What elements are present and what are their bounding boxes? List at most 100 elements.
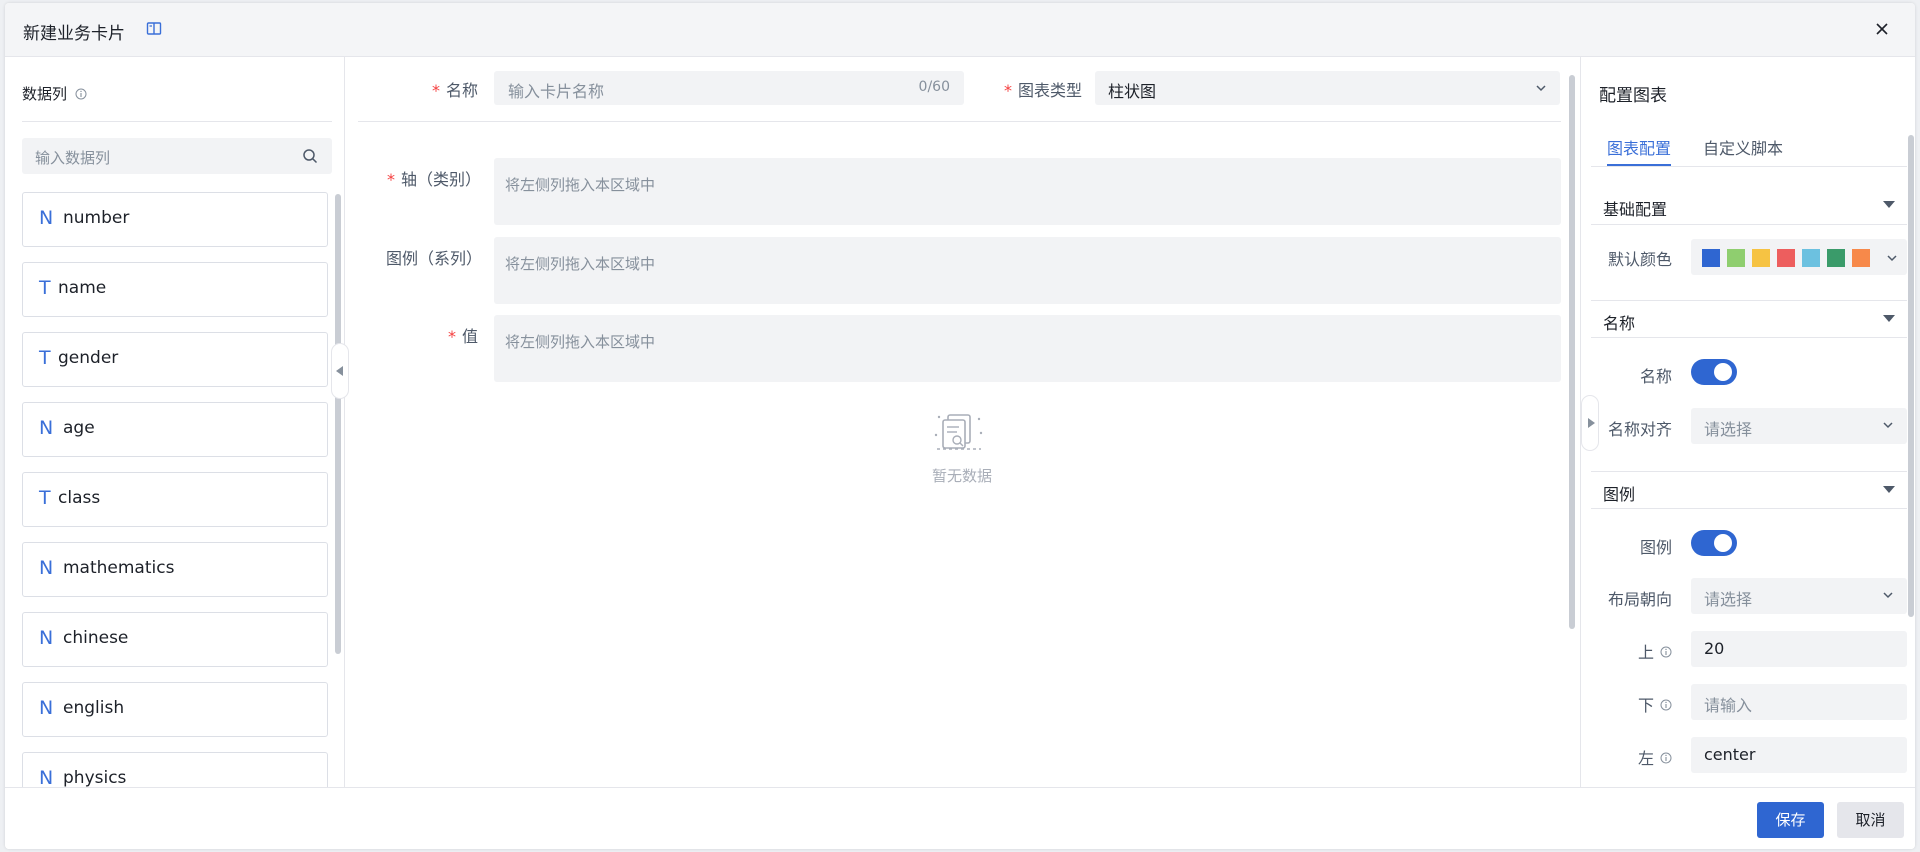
column-list: N number T name T gender N age T class N… [22,192,328,787]
color-swatch [1802,249,1820,267]
config-tabs: 图表配置 自定义脚本 [1591,126,1907,167]
name-align-select[interactable]: 请选择 [1691,408,1907,444]
toggle-knob [1714,534,1732,552]
column-item[interactable]: N physics [22,752,328,787]
chevron-down-icon [1881,417,1895,436]
layout-direction-select[interactable]: 请选择 [1691,578,1907,614]
top-offset-label: 上 [1637,643,1654,662]
color-swatch [1852,249,1870,267]
column-item[interactable]: N number [22,192,328,247]
chart-config-panel: 配置图表 图表配置 自定义脚本 基础配置 默认颜色 名称 名称 名称对齐 请选择… [1580,57,1915,787]
axis-drop-zone[interactable]: 将左侧列拖入本区域中 [494,158,1561,225]
caret-down-icon [1883,201,1895,208]
chart-type-label: * 图表类型 [1004,81,1083,100]
numeric-type-icon: N [39,207,54,229]
numeric-type-icon: N [39,697,54,719]
name-label: * 名称 [432,81,479,100]
dialog-header: 新建业务卡片 [5,3,1915,57]
info-icon[interactable] [1660,749,1672,768]
legend-label: 图例（系列） [386,249,483,268]
dialog-title: 新建业务卡片 [23,24,125,44]
data-columns-title: 数据列 [22,85,68,103]
search-icon[interactable] [302,148,318,168]
caret-left-icon [336,366,343,376]
new-business-card-dialog: 新建业务卡片 数据列 输入数据列 N number T name T gende… [5,3,1915,849]
legend-toggle-switch[interactable] [1691,530,1737,556]
chevron-down-icon [1885,250,1899,269]
column-item[interactable]: N age [22,402,328,457]
section-basic-config[interactable]: 基础配置 [1591,187,1907,225]
cancel-button[interactable]: 取消 [1837,802,1904,838]
required-mark: * [448,327,456,346]
book-icon[interactable] [146,21,162,41]
search-placeholder: 输入数据列 [35,149,111,167]
active-tab-indicator [1607,164,1671,166]
card-name-placeholder: 输入卡片名称 [508,82,605,101]
info-icon[interactable] [75,86,87,104]
column-item[interactable]: N english [22,682,328,737]
color-swatch [1702,249,1720,267]
text-type-icon: T [39,277,51,299]
save-button[interactable]: 保存 [1757,802,1824,838]
info-icon[interactable] [1660,696,1672,715]
name-toggle-switch[interactable] [1691,359,1737,385]
numeric-type-icon: N [39,767,54,787]
value-label: * 值 [448,327,479,346]
tab-chart-config[interactable]: 图表配置 [1607,135,1671,159]
value-drop-zone[interactable]: 将左侧列拖入本区域中 [494,315,1561,382]
data-columns-panel: 数据列 输入数据列 N number T name T gender N age… [5,57,345,787]
column-item[interactable]: T name [22,262,328,317]
column-item[interactable]: T gender [22,332,328,387]
center-scrollbar[interactable] [1569,75,1575,629]
column-name: physics [63,768,127,787]
color-swatch [1752,249,1770,267]
empty-data-text: 暂无数据 [932,467,993,485]
column-name: class [58,488,101,508]
top-offset-input[interactable]: 20 [1691,631,1907,667]
name-align-label: 名称对齐 [1607,420,1672,439]
right-scrollbar[interactable] [1908,135,1914,617]
card-editor: * 名称 输入卡片名称 0/60 * 图表类型 柱状图 * 轴（类别） 将左侧列拖入本… [346,57,1579,787]
text-type-icon: T [39,347,51,369]
chevron-down-icon [1881,587,1895,606]
section-legend[interactable]: 图例 [1591,471,1907,509]
section-name[interactable]: 名称 [1591,300,1907,338]
left-offset-input[interactable]: center [1691,737,1907,773]
close-icon[interactable] [1875,21,1889,40]
tab-custom-script[interactable]: 自定义脚本 [1703,135,1783,159]
input-value: center [1704,745,1756,764]
name-toggle-label: 名称 [1639,367,1672,386]
left-offset-label: 左 [1637,749,1654,768]
color-swatch [1727,249,1745,267]
axis-label: * 轴（类别） [387,170,482,189]
column-name: age [63,418,95,438]
required-mark: * [387,170,395,189]
numeric-type-icon: N [39,627,54,649]
dialog-footer: 保存 取消 [5,787,1915,849]
column-item[interactable]: N mathematics [22,542,328,597]
text-type-icon: T [39,487,51,509]
divider [358,121,1561,122]
section-title: 基础配置 [1603,200,1668,219]
column-name: number [63,208,130,228]
char-counter: 0/60 [918,79,950,95]
column-item[interactable]: T class [22,472,328,527]
select-placeholder: 请选择 [1704,590,1753,609]
legend-drop-zone[interactable]: 将左侧列拖入本区域中 [494,237,1561,304]
input-placeholder: 请输入 [1704,696,1753,715]
required-mark: * [1004,81,1012,100]
color-swatch [1777,249,1795,267]
bottom-offset-input[interactable]: 请输入 [1691,684,1907,720]
column-search-input[interactable]: 输入数据列 [22,138,332,174]
empty-data-icon [931,409,987,457]
legend-toggle-label: 图例 [1639,538,1672,557]
default-color-picker[interactable] [1691,239,1907,275]
chart-type-value: 柱状图 [1108,82,1157,101]
input-value: 20 [1704,639,1725,658]
column-item[interactable]: N chinese [22,612,328,667]
left-scrollbar[interactable] [335,194,341,654]
info-icon[interactable] [1660,643,1672,662]
column-name: name [58,278,107,298]
card-name-input[interactable]: 输入卡片名称 0/60 [494,71,964,105]
chart-type-select[interactable]: 柱状图 [1095,71,1560,105]
